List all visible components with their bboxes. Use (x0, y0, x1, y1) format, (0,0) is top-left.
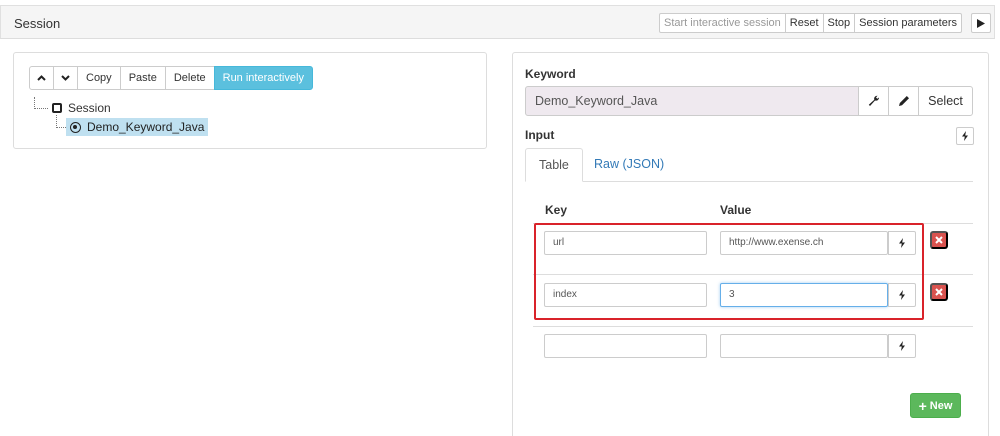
move-down-button[interactable] (53, 66, 78, 90)
value-dynamic-toggle[interactable] (888, 334, 916, 358)
tree-toolbar: Copy Paste Delete Run interactively (29, 66, 313, 90)
keyword-editor: Keyword Demo_Keyword_Java Select Input T… (512, 52, 989, 436)
tree-connector (56, 127, 66, 128)
reset-button[interactable]: Reset (784, 13, 824, 33)
keyword-label: Keyword (525, 67, 576, 81)
edit-keyword-button[interactable] (888, 86, 919, 116)
panel-title: Session (14, 16, 61, 31)
value-dynamic-toggle[interactable] (888, 283, 916, 307)
copy-button[interactable]: Copy (77, 66, 121, 90)
target-icon (70, 121, 81, 133)
configure-keyword-button[interactable] (858, 86, 889, 116)
add-row-label: New (929, 399, 953, 412)
run-interactively-button[interactable]: Run interactively (213, 66, 313, 90)
bolt-icon (962, 131, 968, 141)
table-divider (533, 326, 973, 327)
value-input[interactable]: 3 (720, 283, 888, 307)
bolt-icon (899, 341, 905, 351)
value-dynamic-toggle[interactable] (888, 231, 916, 255)
tree-panel: Copy Paste Delete Run interactively Sess… (13, 52, 487, 149)
new-value-input[interactable] (720, 334, 888, 358)
session-parameters-button[interactable]: Session parameters (854, 13, 962, 33)
stop-button[interactable]: Stop (822, 13, 856, 33)
table-divider (533, 223, 973, 224)
play-button[interactable] (971, 13, 991, 33)
key-input[interactable]: url (544, 231, 707, 255)
add-row-button[interactable]: + New (910, 393, 961, 418)
chevron-up-icon (37, 75, 46, 81)
tree-node-label: Session (68, 101, 111, 115)
keyword-input-group: Demo_Keyword_Java Select (525, 86, 973, 116)
close-icon (935, 288, 943, 296)
tree-connector (34, 108, 48, 109)
tab-raw-json[interactable]: Raw (JSON) (581, 148, 677, 182)
wrench-icon (868, 95, 879, 106)
bolt-icon (899, 290, 905, 300)
tree-node-keyword[interactable]: Demo_Keyword_Java (66, 118, 209, 136)
play-icon (977, 18, 985, 28)
close-icon (935, 236, 943, 244)
input-dynamic-toggle[interactable] (956, 127, 974, 145)
tab-table[interactable]: Table (525, 148, 583, 182)
table-divider (533, 274, 973, 275)
plus-icon: + (918, 397, 927, 414)
tree-node-session[interactable]: Session (52, 101, 111, 115)
start-interactive-session-button[interactable]: Start interactive session (659, 13, 786, 33)
column-header-value: Value (720, 203, 752, 217)
session-controls: Start interactive session Reset Stop Ses… (659, 13, 962, 33)
checkbox-icon (52, 103, 62, 113)
session-panel-header: Session Start interactive session Reset … (0, 5, 995, 39)
column-header-key: Key (545, 203, 568, 217)
paste-button[interactable]: Paste (119, 66, 166, 90)
value-input[interactable]: http://www.exense.ch (720, 231, 888, 255)
pencil-icon (898, 96, 909, 106)
keyword-input[interactable]: Demo_Keyword_Java (525, 86, 859, 116)
bolt-icon (899, 238, 905, 248)
input-tabs: Table Raw (JSON) (525, 148, 973, 182)
move-up-button[interactable] (29, 66, 54, 90)
tree-node-label: Demo_Keyword_Java (87, 120, 205, 134)
delete-row-button[interactable] (930, 283, 948, 301)
select-keyword-button[interactable]: Select (918, 86, 973, 116)
new-key-input[interactable] (544, 334, 707, 358)
chevron-down-icon (61, 75, 70, 81)
key-input[interactable]: index (544, 283, 707, 307)
delete-row-button[interactable] (930, 231, 948, 249)
input-label: Input (525, 128, 555, 142)
delete-button[interactable]: Delete (164, 66, 215, 90)
